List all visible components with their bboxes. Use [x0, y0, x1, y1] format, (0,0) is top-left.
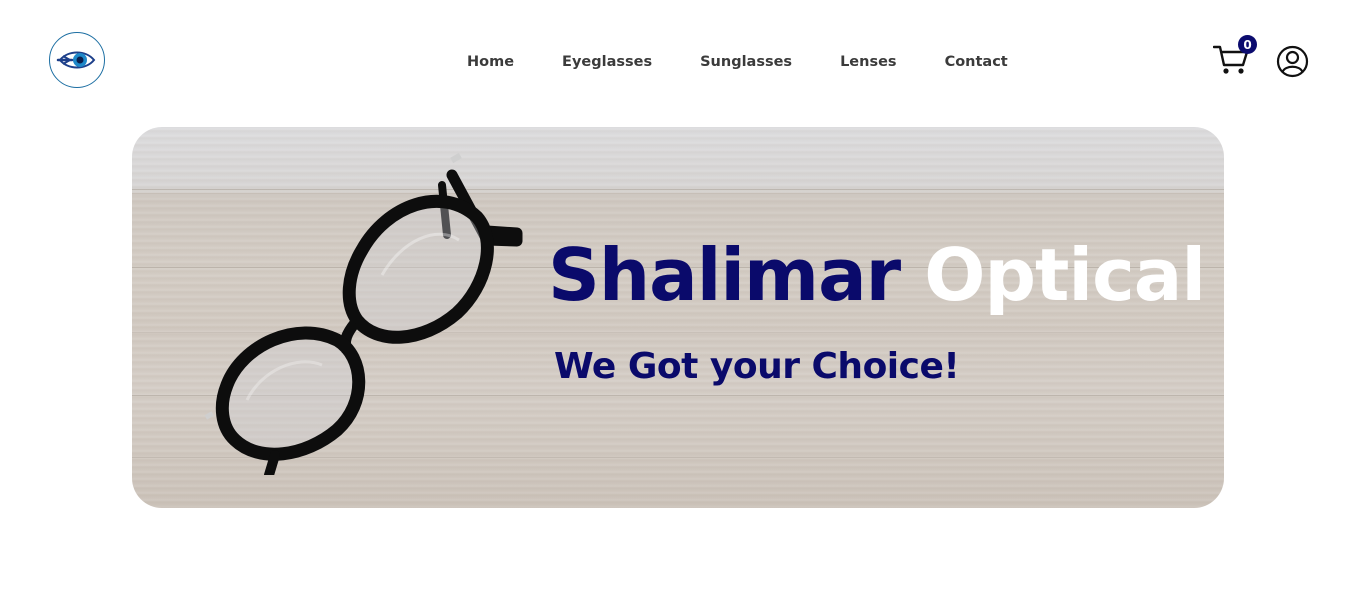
hero-subtitle: We Got your Choice! [554, 346, 960, 387]
eye-logo-icon[interactable] [49, 32, 105, 88]
nav-eyeglasses[interactable]: Eyeglasses [562, 54, 652, 70]
site-header: Home Eyeglasses Sunglasses Lenses Contac… [0, 0, 1355, 127]
nav-contact[interactable]: Contact [945, 54, 1008, 70]
hero-title: Shalimar Optical [548, 239, 1206, 311]
hero-title-brand: Shalimar [548, 233, 901, 317]
eyeglasses-photo [204, 152, 523, 475]
user-account-icon[interactable] [1276, 45, 1309, 78]
cart-count-badge: 0 [1238, 35, 1257, 54]
nav-home[interactable]: Home [467, 54, 514, 70]
nav-lenses[interactable]: Lenses [840, 54, 897, 70]
nav-sunglasses[interactable]: Sunglasses [700, 54, 792, 70]
main-nav: Home Eyeglasses Sunglasses Lenses Contac… [467, 54, 1008, 70]
hero-title-accent: Optical [924, 233, 1206, 317]
hero-banner: Shalimar Optical We Got your Choice! [132, 127, 1224, 508]
